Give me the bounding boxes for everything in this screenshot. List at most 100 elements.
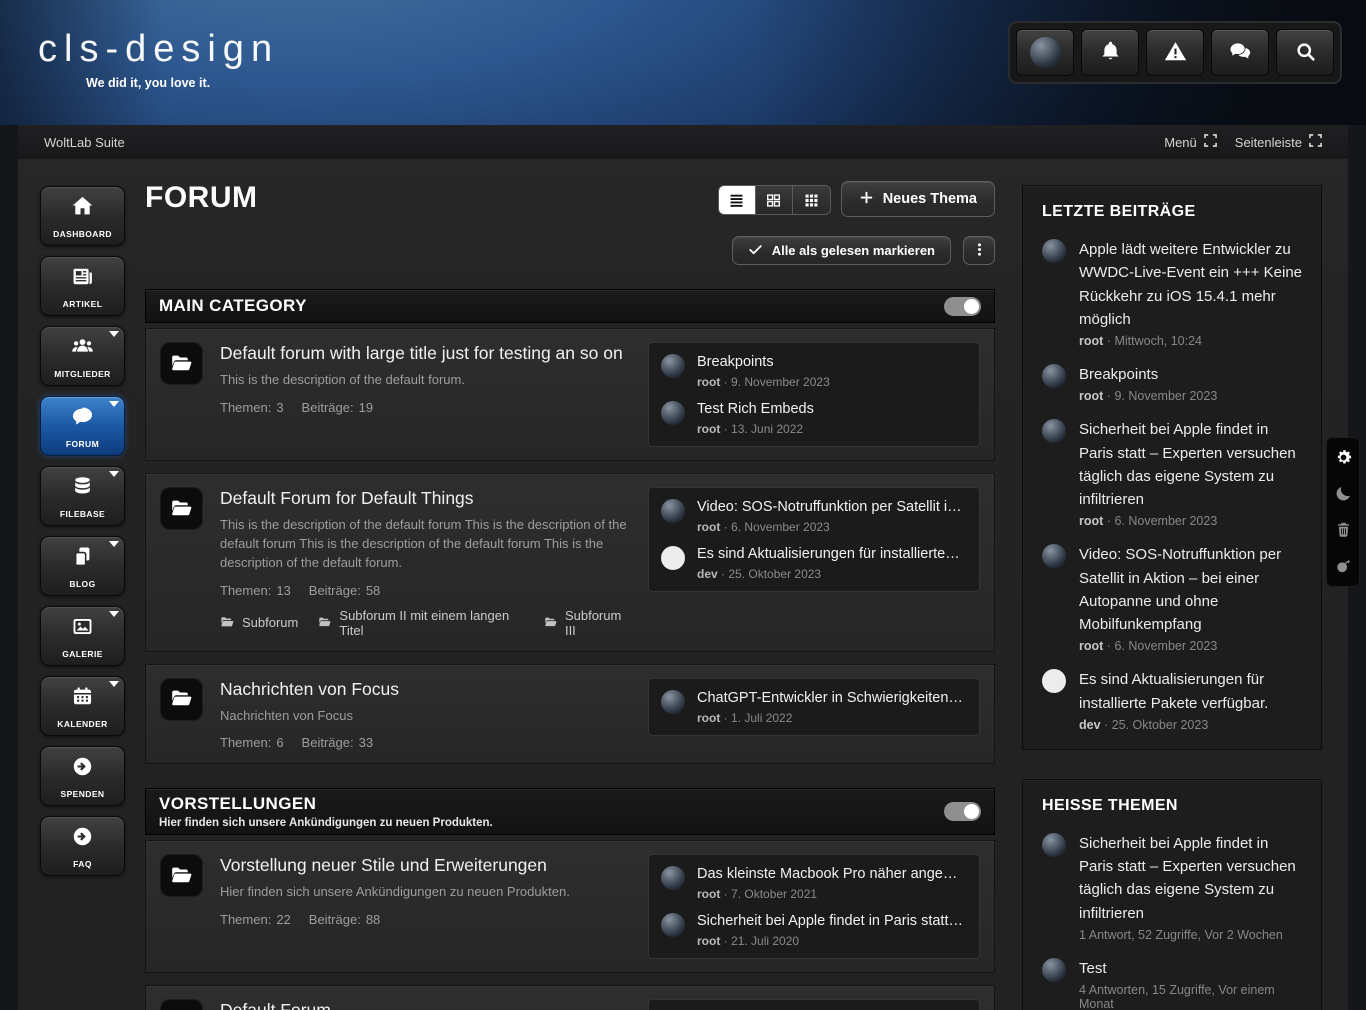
brand-label[interactable]: WoltLab Suite	[44, 135, 125, 150]
forum-title[interactable]: Vorstellung neuer Stile und Erweiterunge…	[220, 855, 631, 876]
avatar[interactable]	[1042, 544, 1066, 569]
avatar[interactable]	[661, 913, 685, 938]
avatar[interactable]	[661, 354, 685, 378]
forum-title[interactable]: Default Forum for Default Things	[220, 488, 631, 509]
recent-post-title[interactable]: Apple lädt weitere Entwickler zu WWDC-Li…	[1079, 241, 1302, 328]
more-options-button[interactable]	[963, 236, 995, 265]
forum-title[interactable]: Default Forum	[220, 1000, 631, 1010]
site-logo[interactable]: cls-design	[38, 28, 279, 71]
avatar[interactable]	[1042, 364, 1066, 388]
sidebar-item-dashboard[interactable]: DASHBOARD	[40, 186, 125, 246]
hot-topic-item: Sicherheit bei Apple findet in Paris sta…	[1042, 832, 1302, 942]
sidebar-toggle-label: Seitenleiste	[1234, 134, 1302, 150]
avatar[interactable]	[1042, 957, 1066, 982]
moderation-button[interactable]	[1146, 29, 1204, 76]
recent-post-item: Es sind Aktualisierungen für installiert…	[1042, 668, 1302, 732]
avatar[interactable]	[1042, 832, 1066, 857]
menu-toggle[interactable]: Menü	[1164, 134, 1217, 150]
users-icon	[70, 334, 95, 364]
latest-posts-box: ChatGPT-Entwickler in Schwierigkeiten… r…	[648, 677, 980, 736]
folder-open-icon[interactable]	[160, 999, 203, 1010]
chevron-down-icon	[109, 611, 119, 617]
sidebar-item-faq[interactable]: FAQ	[40, 816, 125, 876]
avatar[interactable]	[1042, 669, 1066, 694]
folder-open-icon[interactable]	[160, 677, 203, 721]
profile-button[interactable]	[1016, 29, 1074, 76]
hot-topic-meta: 1 Antwort, 52 Zugriffe, Vor 2 Wochen	[1079, 927, 1283, 942]
sidebar-item-blog[interactable]: BLOG	[40, 536, 125, 596]
avatar[interactable]	[661, 689, 685, 714]
category-vorstellungen: VORSTELLUNGEN Hier finden sich unsere An…	[145, 788, 995, 1010]
post-title[interactable]: Breakpoints	[697, 354, 774, 370]
avatar[interactable]	[661, 546, 685, 570]
new-topic-button[interactable]: Neues Thema	[840, 181, 995, 217]
page: cls-design We did it, you love it. WoltL…	[0, 0, 1366, 1010]
sidebar-item-spenden[interactable]: SPENDEN	[40, 746, 125, 806]
mark-all-read-button[interactable]: Alle als gelesen markieren	[731, 236, 951, 265]
sidebar-item-forum[interactable]: FORUM	[40, 396, 125, 456]
category-collapse-toggle[interactable]	[944, 802, 981, 822]
avatar[interactable]	[1042, 419, 1066, 444]
forum-title[interactable]: Default forum with large title just for …	[220, 343, 631, 364]
folder-open-icon[interactable]	[160, 854, 203, 898]
trash-button[interactable]	[1333, 520, 1353, 540]
post-title[interactable]: Es sind Aktualisierungen für installiert…	[697, 546, 960, 562]
subforum-link[interactable]: Subforum III	[544, 608, 631, 638]
style-bomb-button[interactable]	[1333, 556, 1353, 576]
avatar[interactable]	[661, 499, 685, 523]
avatar[interactable]	[661, 401, 685, 425]
settings-button[interactable]	[1333, 448, 1353, 468]
latest-post: ChatGPT-Entwickler in Schwierigkeiten… r…	[661, 689, 967, 725]
right-sidebar: LETZTE BEITRÄGE Apple lädt weitere Entwi…	[1022, 185, 1322, 1010]
post-title[interactable]: Das kleinste Macbook Pro näher ange…	[697, 866, 957, 882]
category-title[interactable]: MAIN CATEGORY	[159, 296, 944, 316]
sidebar-item-artikel[interactable]: ARTIKEL	[40, 256, 125, 316]
forum-stats: Themen: 3 Beiträge: 19	[220, 399, 374, 415]
forum-title[interactable]: Nachrichten von Focus	[220, 679, 631, 700]
conversations-button[interactable]	[1211, 29, 1269, 76]
list-view-button[interactable]	[718, 186, 756, 214]
sidebar-toggle[interactable]: Seitenleiste	[1235, 134, 1322, 150]
plus-icon	[859, 190, 874, 209]
dark-mode-button[interactable]	[1333, 484, 1353, 504]
folder-open-icon[interactable]	[160, 487, 203, 530]
menu-toggle-label: Menü	[1164, 134, 1197, 150]
recent-post-item: Video: SOS-Notruffunktion per Satellit i…	[1042, 543, 1302, 653]
notifications-button[interactable]	[1081, 29, 1139, 76]
hot-topic-title[interactable]: Test	[1079, 960, 1107, 977]
recent-post-title[interactable]: Video: SOS-Notruffunktion per Satellit i…	[1079, 546, 1281, 633]
sidebar-item-mitglieder[interactable]: MITGLIEDER	[40, 326, 125, 386]
subforum-link[interactable]: Subforum	[220, 615, 298, 630]
recent-post-title[interactable]: Es sind Aktualisierungen für installiert…	[1079, 671, 1268, 711]
hot-topic-title[interactable]: Sicherheit bei Apple findet in Paris sta…	[1079, 835, 1296, 922]
avatar[interactable]	[661, 866, 685, 891]
search-button[interactable]	[1276, 29, 1334, 76]
recent-post-item: Breakpoints root · 9. November 2023	[1042, 363, 1302, 403]
post-title[interactable]: Video: SOS-Notruffunktion per Satellit i…	[697, 499, 962, 515]
grid-2-view-button[interactable]	[755, 186, 793, 214]
edge-toolbar	[1326, 437, 1360, 587]
view-mode-group	[717, 185, 831, 215]
post-title[interactable]: Test Rich Embeds	[697, 401, 814, 417]
database-icon	[70, 474, 95, 504]
recent-posts-title: LETZTE BEITRÄGE	[1042, 203, 1196, 220]
recent-post-title[interactable]: Sicherheit bei Apple findet in Paris sta…	[1079, 421, 1296, 508]
subforum-link[interactable]: Subforum II mit einem langen Titel	[318, 608, 524, 638]
recent-post-item: Sicherheit bei Apple findet in Paris sta…	[1042, 418, 1302, 528]
recent-post-title[interactable]: Breakpoints	[1079, 366, 1158, 383]
sidebar-item-kalender[interactable]: KALENDER	[40, 676, 125, 736]
sidebar-item-filebase[interactable]: FILEBASE	[40, 466, 125, 526]
category-collapse-toggle[interactable]	[944, 296, 981, 316]
latest-posts-box: Video: SOS-Notruffunktion per Satellit i…	[648, 487, 980, 592]
recent-posts-box: LETZTE BEITRÄGE Apple lädt weitere Entwi…	[1022, 185, 1322, 750]
avatar[interactable]	[1042, 239, 1066, 263]
grid-3-view-button[interactable]	[792, 186, 830, 214]
latest-posts-box: Sicherheit bei Apple findet in Paris sta…	[648, 999, 980, 1010]
mark-all-read-label: Alle als gelesen markieren	[771, 243, 935, 258]
post-title[interactable]: Sicherheit bei Apple findet in Paris sta…	[697, 913, 963, 929]
folder-open-icon[interactable]	[160, 342, 203, 385]
post-title[interactable]: ChatGPT-Entwickler in Schwierigkeiten…	[697, 690, 963, 706]
chat-bubbles-icon	[1228, 39, 1253, 67]
sidebar-item-galerie[interactable]: GALERIE	[40, 606, 125, 666]
category-title[interactable]: VORSTELLUNGEN	[159, 794, 944, 814]
